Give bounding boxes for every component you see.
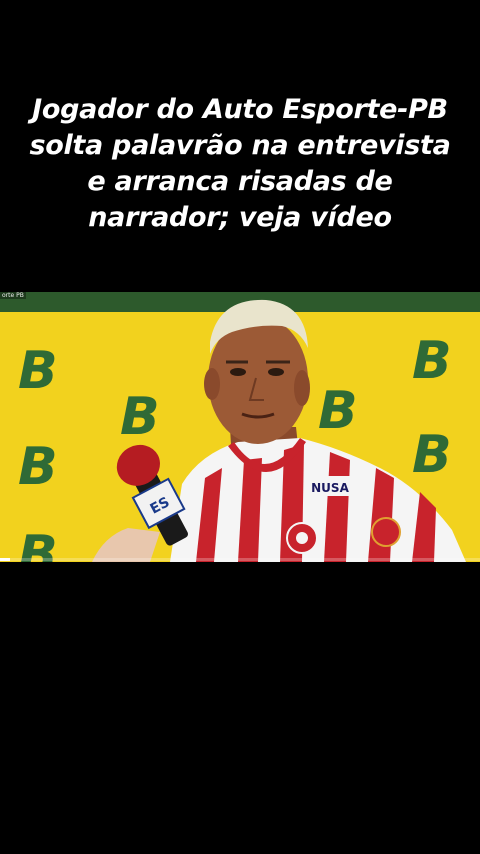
backdrop-logo: B	[412, 425, 452, 485]
backdrop-logo: B	[120, 387, 160, 447]
backdrop-logo: B	[18, 341, 58, 401]
backdrop-logo: B	[412, 331, 452, 391]
backdrop-logo: B	[18, 437, 58, 497]
player-ear-right	[294, 370, 310, 406]
sleeve-badge	[371, 517, 401, 547]
player-eye-left	[230, 368, 246, 376]
video-progress-bar[interactable]	[0, 558, 480, 561]
backdrop-logo: B	[18, 525, 58, 562]
jersey-sponsor-text: NUSA	[311, 481, 349, 495]
video-player[interactable]: B B B B B B B B NUSA	[0, 292, 480, 562]
broadcast-corner-label: orte PB	[0, 292, 26, 299]
video-progress-fill	[0, 558, 10, 561]
video-headline: Jogador do Auto Esporte-PB solta palavrã…	[29, 94, 451, 233]
player-ear-left	[204, 368, 220, 400]
video-frame: B B B B B B B B NUSA	[0, 292, 480, 562]
player-eye-right	[268, 368, 284, 376]
backdrop-logo: B	[318, 381, 358, 441]
